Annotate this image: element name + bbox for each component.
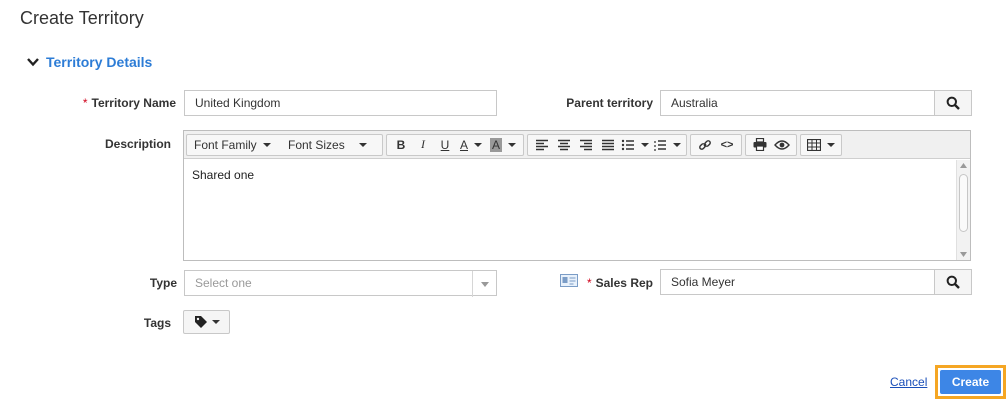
caret-down-icon xyxy=(673,142,681,147)
bullet-list-icon[interactable] xyxy=(619,135,651,155)
parent-territory-input[interactable]: Australia xyxy=(660,90,935,116)
italic-button[interactable]: I xyxy=(412,135,434,155)
tag-icon xyxy=(194,316,207,328)
view-group xyxy=(745,133,797,156)
numbered-list-icon[interactable] xyxy=(651,135,683,155)
bg-color-glyph: A xyxy=(489,137,502,152)
caret-down-icon xyxy=(211,320,220,324)
territory-name-label: * Territory Name xyxy=(60,96,176,110)
section-title: Territory Details xyxy=(46,54,153,70)
font-color-button[interactable]: A xyxy=(456,135,486,155)
required-marker: * xyxy=(82,96,88,110)
territory-name-input[interactable]: United Kingdom xyxy=(184,90,497,116)
align-justify-icon[interactable] xyxy=(597,135,619,155)
print-icon[interactable] xyxy=(749,135,771,155)
font-family-label: Font Family xyxy=(194,137,257,152)
editor-scrollbar[interactable] xyxy=(956,160,970,260)
required-marker: * xyxy=(586,276,592,290)
code-view-icon[interactable]: <> xyxy=(716,135,738,155)
table-group xyxy=(800,133,842,156)
create-button[interactable]: Create xyxy=(940,370,1001,394)
search-icon xyxy=(946,96,960,110)
font-group: Font Family Font Sizes xyxy=(186,133,383,156)
bold-button[interactable]: B xyxy=(390,135,412,155)
territory-name-label-text: Territory Name xyxy=(91,96,176,110)
paragraph-group xyxy=(527,133,687,156)
tags-dropdown-button[interactable] xyxy=(183,310,230,334)
sales-rep-label-text: Sales Rep xyxy=(595,276,653,290)
caret-down-icon xyxy=(474,142,482,147)
type-placeholder: Select one xyxy=(195,276,252,290)
cancel-link[interactable]: Cancel xyxy=(890,375,927,389)
sales-rep-input[interactable]: Sofia Meyer xyxy=(660,269,935,295)
table-icon[interactable] xyxy=(804,135,838,155)
description-editor: Font Family Font Sizes B I U A A <> Shar… xyxy=(183,130,971,261)
font-sizes-select[interactable]: Font Sizes xyxy=(284,135,379,155)
sales-rep-search-button[interactable] xyxy=(935,269,972,295)
dropdown-arrow-icon xyxy=(472,271,496,297)
caret-down-icon xyxy=(508,142,516,147)
align-center-icon[interactable] xyxy=(553,135,575,155)
description-label: Description xyxy=(104,137,171,151)
format-group: B I U A A xyxy=(386,133,524,156)
font-sizes-label: Font Sizes xyxy=(288,137,345,152)
sales-rep-label: * Sales Rep xyxy=(580,276,653,290)
align-right-icon[interactable] xyxy=(575,135,597,155)
align-left-icon[interactable] xyxy=(531,135,553,155)
chevron-down-icon xyxy=(27,58,39,67)
caret-down-icon xyxy=(262,142,271,147)
section-header-territory-details[interactable]: Territory Details xyxy=(26,54,152,70)
description-content[interactable]: Shared one xyxy=(184,160,956,260)
preview-eye-icon[interactable] xyxy=(771,135,793,155)
parent-territory-search-button[interactable] xyxy=(935,90,972,116)
scroll-down-icon[interactable] xyxy=(960,252,967,257)
font-color-glyph: A xyxy=(459,137,468,152)
search-icon xyxy=(946,275,960,289)
tags-label: Tags xyxy=(143,316,171,330)
caret-down-icon xyxy=(641,142,649,147)
underline-button[interactable]: U xyxy=(434,135,456,155)
insert-group: <> xyxy=(690,133,742,156)
scrollbar-thumb[interactable] xyxy=(959,174,968,232)
page-title: Create Territory xyxy=(20,8,144,28)
contact-card-icon xyxy=(560,274,578,287)
scroll-up-icon[interactable] xyxy=(960,163,967,168)
parent-territory-label: Parent territory xyxy=(566,96,653,110)
type-select[interactable]: Select one xyxy=(184,270,497,297)
type-label: Type xyxy=(149,276,177,290)
caret-down-icon xyxy=(827,142,835,147)
font-family-select[interactable]: Font Family xyxy=(190,135,284,155)
editor-toolbar: Font Family Font Sizes B I U A A <> xyxy=(184,131,970,159)
link-icon[interactable] xyxy=(694,135,716,155)
background-color-button[interactable]: A xyxy=(486,135,520,155)
create-button-focus-ring: Create xyxy=(935,365,1006,399)
caret-down-icon xyxy=(358,142,367,147)
